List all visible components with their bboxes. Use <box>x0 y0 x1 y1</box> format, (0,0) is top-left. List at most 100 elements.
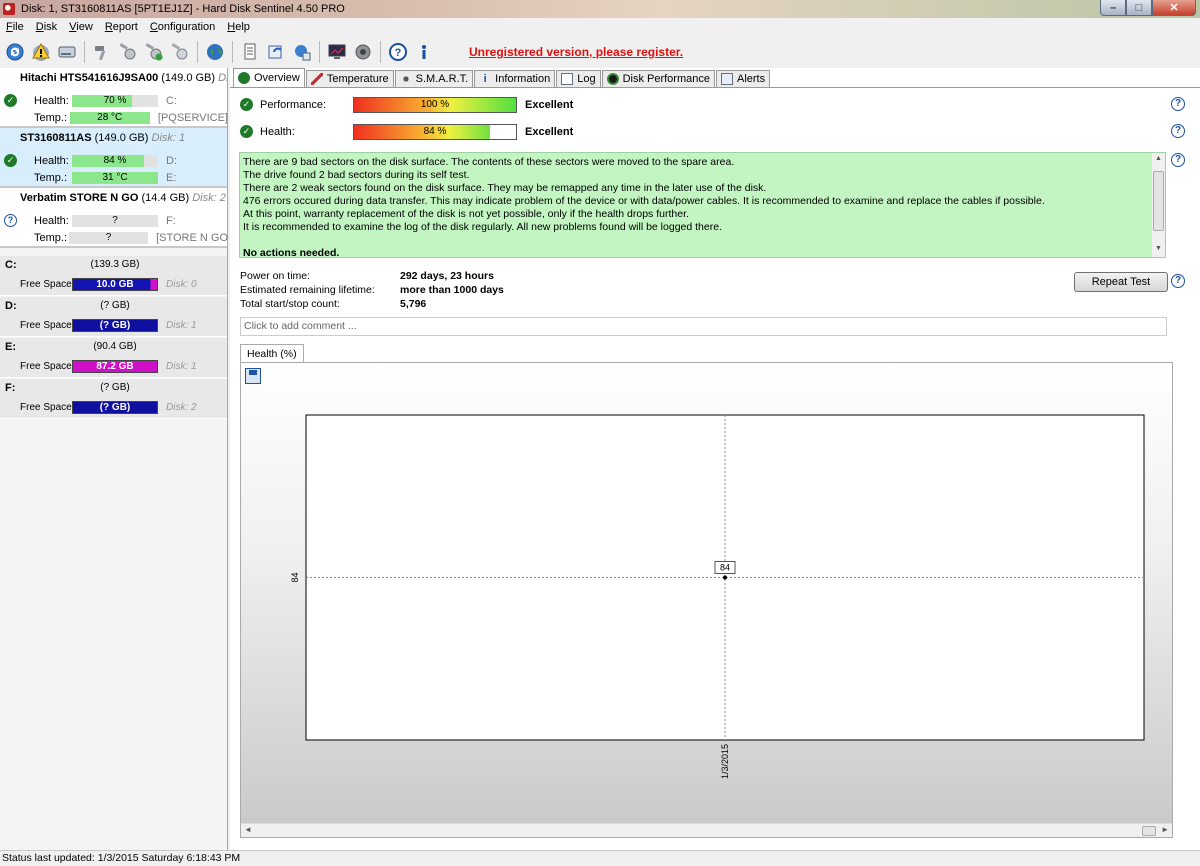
hammer-icon[interactable] <box>91 41 113 63</box>
repeat-test-help-icon[interactable]: ? <box>1171 274 1185 288</box>
health-value: 70 % <box>103 95 127 106</box>
tab-information[interactable]: i Information <box>474 70 556 87</box>
temp-label: Temp.: <box>34 172 68 184</box>
warning-icon[interactable] <box>30 41 52 63</box>
help-icon[interactable]: ? <box>387 41 409 63</box>
toolbar-separator <box>232 41 233 63</box>
disk-size: (149.0 GB) <box>94 132 149 144</box>
temp-value: 28 °C <box>97 112 123 123</box>
repeat-test-button[interactable]: Repeat Test <box>1074 272 1168 292</box>
refresh-icon[interactable] <box>4 41 26 63</box>
volume-card[interactable]: E: (90.4 GB) Free Space 87.2 GB Disk: 1 <box>0 338 227 378</box>
send-report-icon[interactable] <box>265 41 287 63</box>
scroll-thumb[interactable] <box>1142 826 1156 836</box>
disk-card-selected[interactable]: ST3160811AS (149.0 GB) Disk: 1 ✓ Health:… <box>0 128 227 188</box>
disk-name: Hitachi HTS541616J9SA00 <box>20 72 159 84</box>
monitor-icon[interactable] <box>326 41 348 63</box>
volume-card[interactable]: F: (? GB) Free Space (? GB) Disk: 2 <box>0 379 227 419</box>
close-button[interactable]: ✕ <box>1152 0 1196 16</box>
startstop-value: 5,796 <box>400 298 427 310</box>
performance-label: Performance: <box>260 99 327 111</box>
graph-scrollbar[interactable]: ◄ ► <box>241 823 1172 837</box>
comment-field[interactable]: Click to add comment ... <box>240 317 1167 336</box>
volume-card[interactable]: D: (? GB) Free Space (? GB) Disk: 1 <box>0 297 227 337</box>
performance-bar: 100 % <box>353 97 517 113</box>
scroll-thumb[interactable] <box>1153 171 1164 231</box>
tab-log[interactable]: Log <box>556 70 601 87</box>
volume-card[interactable]: C: (139.3 GB) Free Space 10.0 GB Disk: 0 <box>0 256 227 296</box>
disk-stats: Power on time: 292 days, 23 hours Estima… <box>240 269 504 311</box>
tab-label: Temperature <box>326 73 389 85</box>
log-icon <box>561 73 574 85</box>
tab-smart[interactable]: S.M.A.R.T. <box>394 70 474 87</box>
minimize-button[interactable]: – <box>1100 0 1126 16</box>
health-value: 84 % <box>423 126 447 137</box>
tab-disk-performance[interactable]: Disk Performance <box>601 70 715 87</box>
performance-help-icon[interactable]: ? <box>1171 97 1185 111</box>
health-bar: ? <box>72 215 158 227</box>
tab-overview[interactable]: Overview <box>233 68 305 87</box>
graph-tab-health[interactable]: Health (%) <box>240 344 304 363</box>
power-on-label: Power on time: <box>240 270 311 282</box>
scroll-right-icon[interactable]: ► <box>1161 825 1169 834</box>
free-space-label: Free Space <box>20 320 72 331</box>
free-space-bar: 10.0 GB <box>72 278 158 291</box>
internet-report-icon[interactable] <box>291 41 313 63</box>
health-label: Health: <box>260 126 295 138</box>
disk-card[interactable]: Verbatim STORE N GO (14.4 GB) Disk: 2 ? … <box>0 188 228 248</box>
scroll-down-icon[interactable]: ▼ <box>1155 245 1162 252</box>
gauge-icon <box>606 73 619 85</box>
menu-file[interactable]: File <box>0 21 30 33</box>
performance-row: Performance: 100 % Excellent <box>238 96 573 114</box>
volume-letters: C: <box>166 95 177 107</box>
health-bar: 70 % <box>72 95 158 107</box>
info-icon[interactable] <box>413 41 435 63</box>
free-space-label: Free Space <box>20 279 72 290</box>
menu-report[interactable]: Report <box>99 21 144 33</box>
title-bar: Disk: 1, ST3160811AS [5PT1EJ1Z] - Hard D… <box>0 0 1200 18</box>
health-row: Health: 70 % C: <box>0 94 228 108</box>
volume-disk: Disk: 2 <box>166 402 197 413</box>
health-label: Health: <box>34 155 69 167</box>
globe-icon[interactable] <box>204 41 226 63</box>
tab-label: Disk Performance <box>622 73 710 85</box>
repair-ok-icon[interactable] <box>143 41 165 63</box>
disk-icon[interactable] <box>56 41 78 63</box>
unregistered-link[interactable]: Unregistered version, please register. <box>469 45 683 59</box>
temp-bar: 28 °C <box>69 112 150 124</box>
status-bar: Status last updated: 1/3/2015 Saturday 6… <box>0 850 1200 866</box>
check-icon <box>238 72 250 84</box>
message-scrollbar[interactable]: ▲ ▼ <box>1151 153 1165 257</box>
health-help-icon[interactable]: ? <box>1171 124 1185 138</box>
toolbar-separator <box>197 41 198 63</box>
window-controls: – □ ✕ <box>1100 0 1196 16</box>
maximize-button[interactable]: □ <box>1126 0 1152 16</box>
disk-title: ST3160811AS (149.0 GB) Disk: 1 <box>0 132 227 144</box>
menu-help[interactable]: Help <box>221 21 256 33</box>
volume-size: (139.3 GB) <box>90 259 140 270</box>
volume-letters: E: <box>166 172 177 184</box>
volume-size: (? GB) <box>100 300 130 311</box>
message-line: The drive found 2 bad sectors during its… <box>243 169 470 181</box>
speaker-icon[interactable] <box>352 41 374 63</box>
scroll-up-icon[interactable]: ▲ <box>1155 155 1162 162</box>
menu-view[interactable]: View <box>63 21 99 33</box>
temp-bar: ? <box>68 232 149 244</box>
disk-name: ST3160811AS <box>20 132 92 144</box>
volume-label: [PQSERVICE] <box>157 112 228 124</box>
app-icon <box>3 3 15 15</box>
tab-temperature[interactable]: Temperature <box>305 70 394 87</box>
repair-icon[interactable] <box>117 41 139 63</box>
menu-disk[interactable]: Disk <box>30 21 63 33</box>
tab-label: Alerts <box>736 73 766 85</box>
volume-disk: Disk: 1 <box>166 320 197 331</box>
tools-icon[interactable] <box>169 41 191 63</box>
disk-card[interactable]: Hitachi HTS541616J9SA00 (149.0 GB) Disk:… <box>0 68 228 128</box>
report-icon[interactable] <box>239 41 261 63</box>
scroll-left-icon[interactable]: ◄ <box>244 825 252 834</box>
messages-help-icon[interactable]: ? <box>1171 153 1185 167</box>
menu-configuration[interactable]: Configuration <box>144 21 221 33</box>
tab-alerts[interactable]: Alerts <box>715 70 771 87</box>
health-messages-box[interactable]: There are 9 bad sectors on the disk surf… <box>239 152 1166 259</box>
health-row: Health: 84 % D: <box>0 154 228 168</box>
